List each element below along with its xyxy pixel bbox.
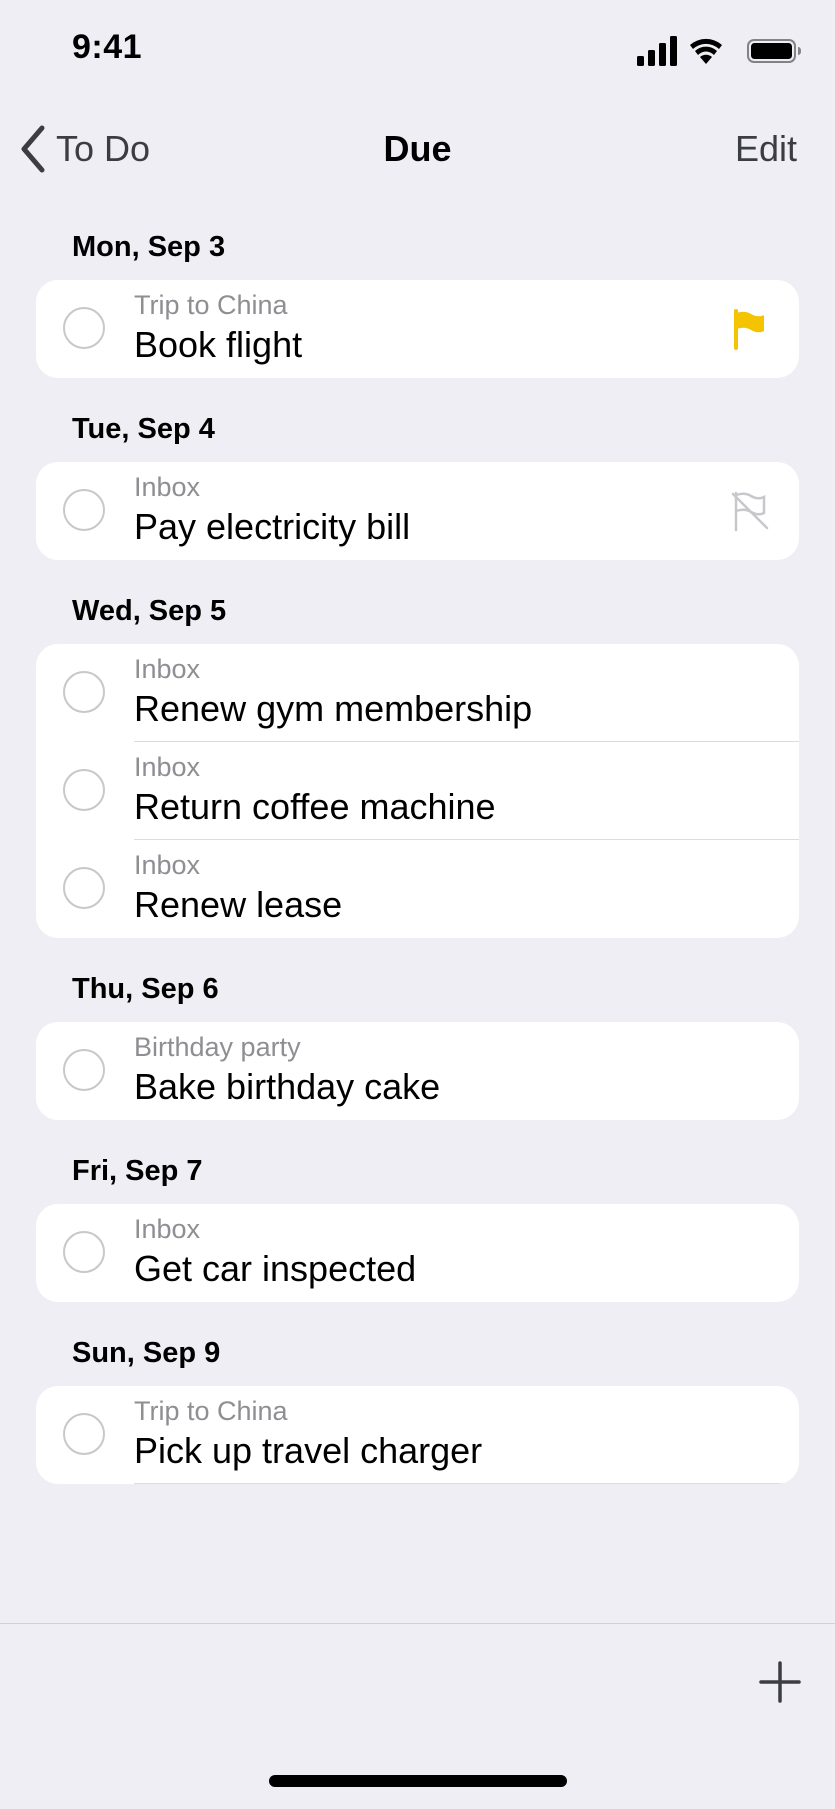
task-text: Trip to China Book flight	[134, 280, 799, 378]
task-list-name: Trip to China	[134, 290, 288, 320]
task-title: Return coffee machine	[134, 786, 496, 827]
task-title: Get car inspected	[134, 1248, 417, 1289]
page-title: Due	[383, 128, 452, 169]
section-sun-sep-9: Sun, Sep 9 Trip to China Pick up travel …	[0, 1302, 835, 1484]
plus-icon[interactable]	[758, 1660, 802, 1704]
task-card: Inbox Get car inspected	[36, 1204, 799, 1302]
checkbox-circle-icon[interactable]	[63, 671, 105, 713]
task-row[interactable]: Trip to China Book flight	[36, 280, 799, 378]
section-date-header: Mon, Sep 3	[72, 231, 226, 263]
task-row[interactable]: Inbox Pay electricity bill	[36, 462, 799, 560]
section-thu-sep-6: Thu, Sep 6 Birthday party Bake birthday …	[0, 938, 835, 1120]
task-list-name: Inbox	[134, 1214, 201, 1244]
task-card: Inbox Pay electricity bill	[36, 462, 799, 560]
section-mon-sep-3: Mon, Sep 3 Trip to China Book flight	[0, 196, 835, 378]
checkbox-circle-icon[interactable]	[63, 489, 105, 531]
battery-icon	[747, 36, 803, 66]
toolbar-divider	[0, 1623, 835, 1624]
task-row[interactable]: Birthday party Bake birthday cake	[36, 1022, 799, 1120]
checkbox-circle-icon[interactable]	[63, 867, 105, 909]
task-row[interactable]: Trip to China Pick up travel charger	[36, 1386, 799, 1484]
due-list[interactable]: Mon, Sep 3 Trip to China Book flight Tue…	[0, 196, 835, 1623]
task-title: Renew lease	[134, 884, 343, 925]
task-title: Pay electricity bill	[134, 506, 411, 547]
navigation-bar: To Do Due Edit	[0, 100, 835, 196]
task-text: Trip to China Pick up travel charger	[134, 1386, 799, 1484]
task-card: Trip to China Pick up travel charger	[36, 1386, 799, 1484]
task-row[interactable]: Inbox Renew gym membership	[36, 644, 799, 742]
task-text: Inbox Get car inspected	[134, 1204, 799, 1302]
section-date-header: Wed, Sep 5	[72, 595, 227, 627]
checkbox-circle-icon[interactable]	[63, 1231, 105, 1273]
signal-icon	[637, 36, 677, 66]
section-wed-sep-5: Wed, Sep 5 Inbox Renew gym membership In…	[0, 560, 835, 938]
status-bar: 9:41	[0, 0, 835, 100]
status-icons	[603, 36, 803, 66]
edit-button[interactable]: Edit	[735, 128, 797, 170]
checkbox-circle-icon[interactable]	[63, 307, 105, 349]
flag-off-icon[interactable]	[731, 490, 769, 532]
task-list-name: Inbox	[134, 472, 201, 502]
task-text: Inbox Pay electricity bill	[134, 462, 799, 560]
task-text: Inbox Renew gym membership	[134, 644, 799, 742]
task-row[interactable]: Inbox Renew lease	[36, 840, 799, 938]
flag-filled-icon[interactable]	[731, 308, 769, 350]
task-card: Inbox Renew gym membership Inbox Return …	[36, 644, 799, 938]
task-row[interactable]: Inbox Get car inspected	[36, 1204, 799, 1302]
task-card: Trip to China Book flight	[36, 280, 799, 378]
task-list-name: Inbox	[134, 752, 201, 782]
checkbox-circle-icon[interactable]	[63, 769, 105, 811]
status-time: 9:41	[72, 28, 143, 66]
section-date-header: Sun, Sep 9	[72, 1337, 221, 1369]
task-title: Pick up travel charger	[134, 1430, 483, 1471]
checkbox-circle-icon[interactable]	[63, 1413, 105, 1455]
task-list-name: Trip to China	[134, 1396, 288, 1426]
task-text: Inbox Return coffee machine	[134, 742, 799, 840]
task-text: Inbox Renew lease	[134, 840, 799, 938]
wifi-icon	[689, 36, 723, 66]
task-text: Birthday party Bake birthday cake	[134, 1022, 799, 1120]
task-list-name: Birthday party	[134, 1032, 301, 1062]
section-tue-sep-4: Tue, Sep 4 Inbox Pay electricity bill	[0, 378, 835, 560]
section-date-header: Tue, Sep 4	[72, 413, 215, 445]
section-date-header: Thu, Sep 6	[72, 973, 219, 1005]
task-card: Birthday party Bake birthday cake	[36, 1022, 799, 1120]
row-divider	[134, 1483, 799, 1484]
task-list-name: Inbox	[134, 850, 201, 880]
home-indicator	[269, 1775, 567, 1787]
checkbox-circle-icon[interactable]	[63, 1049, 105, 1091]
task-row[interactable]: Inbox Return coffee machine	[36, 742, 799, 840]
task-list-name: Inbox	[134, 654, 201, 684]
section-date-header: Fri, Sep 7	[72, 1155, 203, 1187]
task-title: Renew gym membership	[134, 688, 533, 729]
task-title: Book flight	[134, 324, 303, 365]
section-fri-sep-7: Fri, Sep 7 Inbox Get car inspected	[0, 1120, 835, 1302]
task-title: Bake birthday cake	[134, 1066, 441, 1107]
